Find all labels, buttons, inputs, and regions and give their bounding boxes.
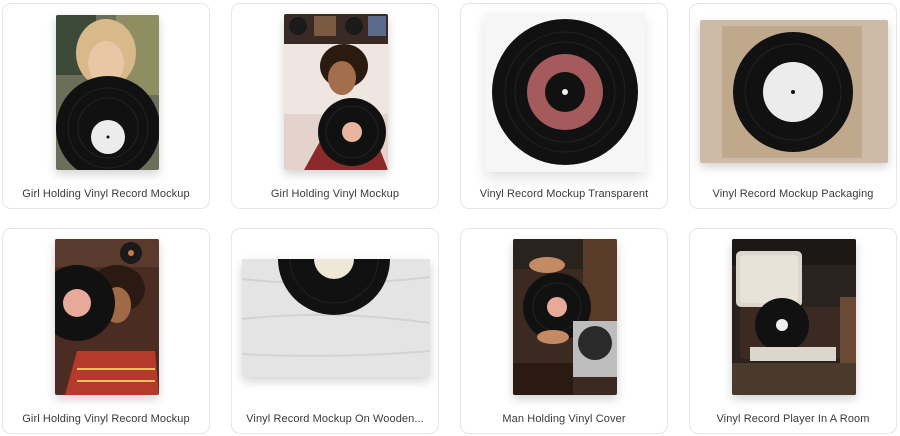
mockup-card-1[interactable]: Girl Holding Vinyl Record Mockup — [2, 3, 210, 209]
mockup-thumbnail-image — [56, 15, 159, 170]
mockup-thumbnail-image — [485, 12, 645, 172]
mockup-thumbnail-image — [732, 239, 856, 395]
mockup-title: Vinyl Record Mockup On Wooden... — [246, 413, 424, 425]
mockup-title: Girl Holding Vinyl Mockup — [270, 188, 400, 200]
mockup-card-2[interactable]: Girl Holding Vinyl Mockup — [231, 3, 439, 209]
mockup-title: Girl Holding Vinyl Record Mockup — [22, 188, 190, 200]
mockup-thumbnail-image — [242, 259, 430, 377]
mockup-thumbnail-image — [55, 239, 159, 395]
mockup-title: Girl Holding Vinyl Record Mockup — [22, 413, 190, 425]
mockup-thumbnail-image — [513, 239, 617, 395]
mockup-title: Vinyl Record Mockup Transparent — [479, 188, 649, 200]
mockup-card-7[interactable]: Man Holding Vinyl Cover — [460, 228, 668, 434]
mockup-thumbnail-image — [284, 14, 388, 170]
mockup-card-3[interactable]: Vinyl Record Mockup Transparent — [460, 3, 668, 209]
mockup-title: Man Holding Vinyl Cover — [502, 413, 626, 425]
mockup-card-5[interactable]: Girl Holding Vinyl Record Mockup — [2, 228, 210, 434]
mockup-thumbnail-image — [700, 20, 888, 163]
mockup-title: Vinyl Record Player In A Room — [716, 413, 870, 425]
mockup-card-6[interactable]: Vinyl Record Mockup On Wooden... — [231, 228, 439, 434]
mockup-card-8[interactable]: Vinyl Record Player In A Room — [689, 228, 897, 434]
mockup-card-4[interactable]: Vinyl Record Mockup Packaging — [689, 3, 897, 209]
mockup-title: Vinyl Record Mockup Packaging — [712, 188, 874, 200]
